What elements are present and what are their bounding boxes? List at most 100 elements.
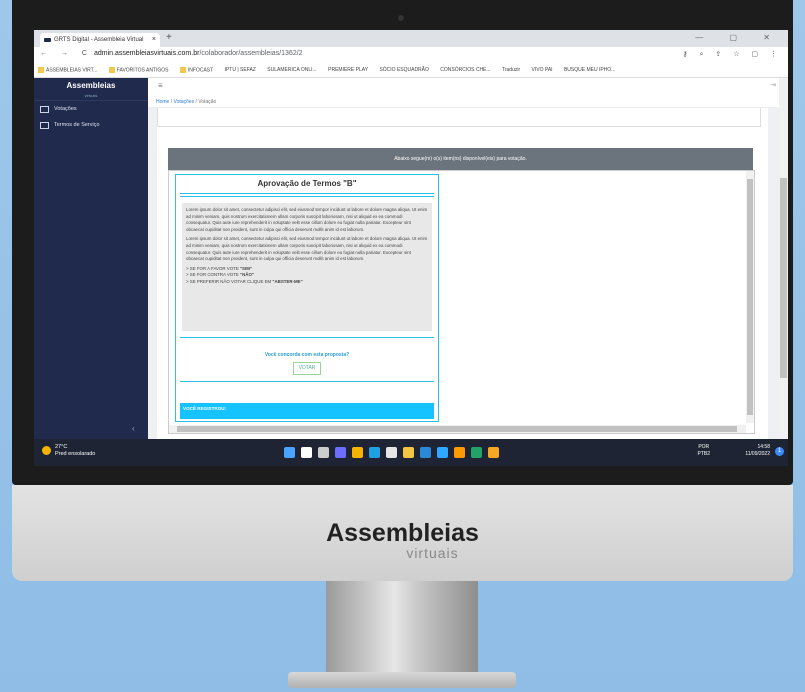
bookmark-item[interactable]: FAVORITOS ANTIGOS (108, 67, 169, 73)
chat-icon[interactable] (335, 447, 346, 458)
scroll-thumb[interactable] (780, 178, 787, 378)
weather-desc: Pred ensolarado (55, 451, 96, 457)
vote-question: Você concorda com esta proposta? (264, 352, 350, 358)
description-paragraph: Lorem ipsum dolor sit amet, consectetur … (186, 207, 428, 232)
divider (180, 381, 434, 382)
vote-instruction-abstain: > SE PREFERIR NÃO VOTAR CLIQUE EM "ABSTE… (186, 278, 303, 284)
taskbar-apps (284, 445, 505, 463)
search-icon[interactable] (301, 447, 312, 458)
clock-time[interactable]: 14:58 (757, 444, 770, 450)
voting-item-description: Lorem ipsum dolor sit amet, consectetur … (182, 203, 432, 331)
url-field[interactable]: admin.assembleiasvirtuais.com.br/colabor… (94, 50, 303, 57)
divider (180, 196, 434, 197)
chrome-icon[interactable] (352, 447, 363, 458)
card-header (157, 108, 761, 127)
scroll-thumb[interactable] (747, 179, 753, 415)
folder-icon (179, 67, 186, 73)
tab-close-icon[interactable]: × (152, 33, 156, 47)
sidebar-item-label: Votações (54, 106, 77, 112)
description-paragraph: Lorem ipsum dolor sit amet, consectetur … (186, 236, 428, 262)
clock-date[interactable]: 11/09/2022 (745, 451, 770, 457)
address-bar: ← → C admin.assembleiasvirtuais.com.br/c… (34, 47, 788, 64)
taskbar: 27°C Pred ensolarado POR PTB2 14:58 11/09… (34, 439, 788, 466)
bookmark-item[interactable]: SÓCIO ESQUADRÃO (379, 67, 428, 73)
folder-icon (38, 67, 44, 73)
bookmark-item[interactable]: CONSÓRCIOS CHE... (440, 67, 490, 73)
bookmarks-bar: ASSEMBLEIAS VIRT... FAVORITOS ANTIGOS IN… (34, 64, 788, 78)
voting-item-title: Aprovação de Termos "B" (257, 179, 357, 188)
browser-tabbar: GRTS Digital - Assembleia Virtual × + — … (34, 30, 788, 47)
bookmark-item[interactable]: BUSQUE MEU IPHO... (564, 67, 615, 73)
frame-horizontal-scrollbar[interactable] (169, 425, 746, 433)
language-indicator[interactable]: POR PTB2 (697, 444, 710, 458)
bookmark-item[interactable]: ASSEMBLEIAS VIRT... (38, 67, 97, 73)
breadcrumb-votacoes[interactable]: Votações (174, 99, 195, 105)
excel-icon[interactable] (471, 447, 482, 458)
screen: GRTS Digital - Assembleia Virtual × + — … (34, 30, 788, 466)
vote-instruction-yes: > SE FOR A FAVOR VOTE "SIM" (186, 265, 252, 271)
browser-tab[interactable]: GRTS Digital - Assembleia Virtual × (40, 33, 160, 47)
window-controls[interactable]: — ▢ ✕ (695, 33, 782, 42)
bookmark-item[interactable]: Traduzir (502, 67, 520, 73)
monitor-chin: Assembleias virtuais (12, 485, 793, 581)
tab-title: GRTS Digital - Assembleia Virtual (54, 37, 144, 43)
frame-vertical-scrollbar[interactable] (746, 171, 754, 423)
voting-items-frame: Aprovação de Termos "B" Lorem ipsum dolo… (168, 170, 755, 434)
nav-buttons[interactable]: ← → C (40, 50, 93, 57)
folder-icon (108, 67, 115, 73)
favicon-icon (44, 38, 51, 42)
mail-icon[interactable] (420, 447, 431, 458)
sun-icon (42, 446, 51, 455)
monitor-brand-sub: virtuais (406, 545, 459, 561)
windows-icon[interactable] (284, 447, 295, 458)
scroll-thumb[interactable] (177, 426, 737, 432)
url-domain: admin.assembleiasvirtuais.com.br (94, 50, 200, 57)
voting-notice: Abaixo segue(m) o(s) item(ns) disponível… (168, 148, 753, 170)
main-content: Abaixo segue(m) o(s) item(ns) disponível… (148, 108, 788, 439)
monitor-icon (40, 106, 49, 113)
system-tray: POR PTB2 14:58 11/09/2022 (697, 444, 770, 458)
sidebar: Assembleias virtuais Votações Termos de … (34, 78, 148, 439)
breadcrumb-sep: / (170, 99, 173, 105)
voting-item-card: Aprovação de Termos "B" Lorem ipsum dolo… (175, 174, 439, 422)
webcam (398, 15, 404, 21)
monitor-foot (288, 672, 516, 688)
list-icon (40, 122, 49, 129)
photoshop-icon[interactable] (437, 447, 448, 458)
bookmark-item[interactable]: INFOCAST (179, 67, 213, 73)
notification-icon[interactable]: 1 (775, 447, 784, 456)
breadcrumb-home[interactable]: Home (156, 99, 169, 105)
bookmark-item[interactable]: SULAMERICA ONLI... (267, 67, 316, 73)
vote-button[interactable]: VOTAR (293, 362, 321, 375)
breadcrumb-current: Votação (198, 99, 217, 105)
explorer-icon[interactable] (403, 447, 414, 458)
logout-icon[interactable]: ⇥ (770, 81, 776, 89)
bookmark-item[interactable]: IPTU | SEFAZ (225, 67, 256, 73)
monitor-brand: Assembleias (326, 519, 479, 547)
registered-vote-banner: VOCÊ REGISTROU: (180, 403, 434, 419)
sidebar-item-votacoes[interactable]: Votações (34, 101, 148, 117)
store-icon[interactable] (386, 447, 397, 458)
bookmark-item[interactable]: VIVO PAI (532, 67, 553, 73)
browser-tools[interactable]: ⚷ ⌕ ⇪ ☆ ▢ ⋮ (682, 50, 782, 59)
bookmark-item[interactable]: PREMIERE PLAY (328, 67, 368, 73)
weather-widget[interactable]: 27°C Pred ensolarado (42, 444, 95, 458)
sidebar-item-termos[interactable]: Termos de Serviço (34, 117, 148, 133)
monitor-stand (326, 581, 478, 677)
new-tab-button[interactable]: + (166, 32, 172, 43)
url-path: /colaborador/assembleias/1362/2 (199, 50, 303, 57)
app-logo[interactable]: Assembleias virtuais (34, 78, 148, 101)
photos-icon[interactable] (488, 447, 499, 458)
page-scrollbar[interactable] (779, 78, 788, 439)
vote-instruction-no: > SE FOR CONTRA VOTE "NÃO" (186, 272, 254, 278)
divider (180, 337, 434, 338)
taskview-icon[interactable] (318, 447, 329, 458)
edge-icon[interactable] (369, 447, 380, 458)
weather-temp: 27°C (55, 444, 68, 450)
sidebar-collapse-icon[interactable]: ‹ (132, 424, 135, 433)
illustrator-icon[interactable] (454, 447, 465, 458)
divider (180, 193, 434, 194)
menu-icon[interactable]: ≡ (158, 81, 163, 90)
breadcrumb: Home / Votações / Votação (148, 94, 788, 108)
app-topbar: ≡ ⇥ (148, 78, 788, 95)
